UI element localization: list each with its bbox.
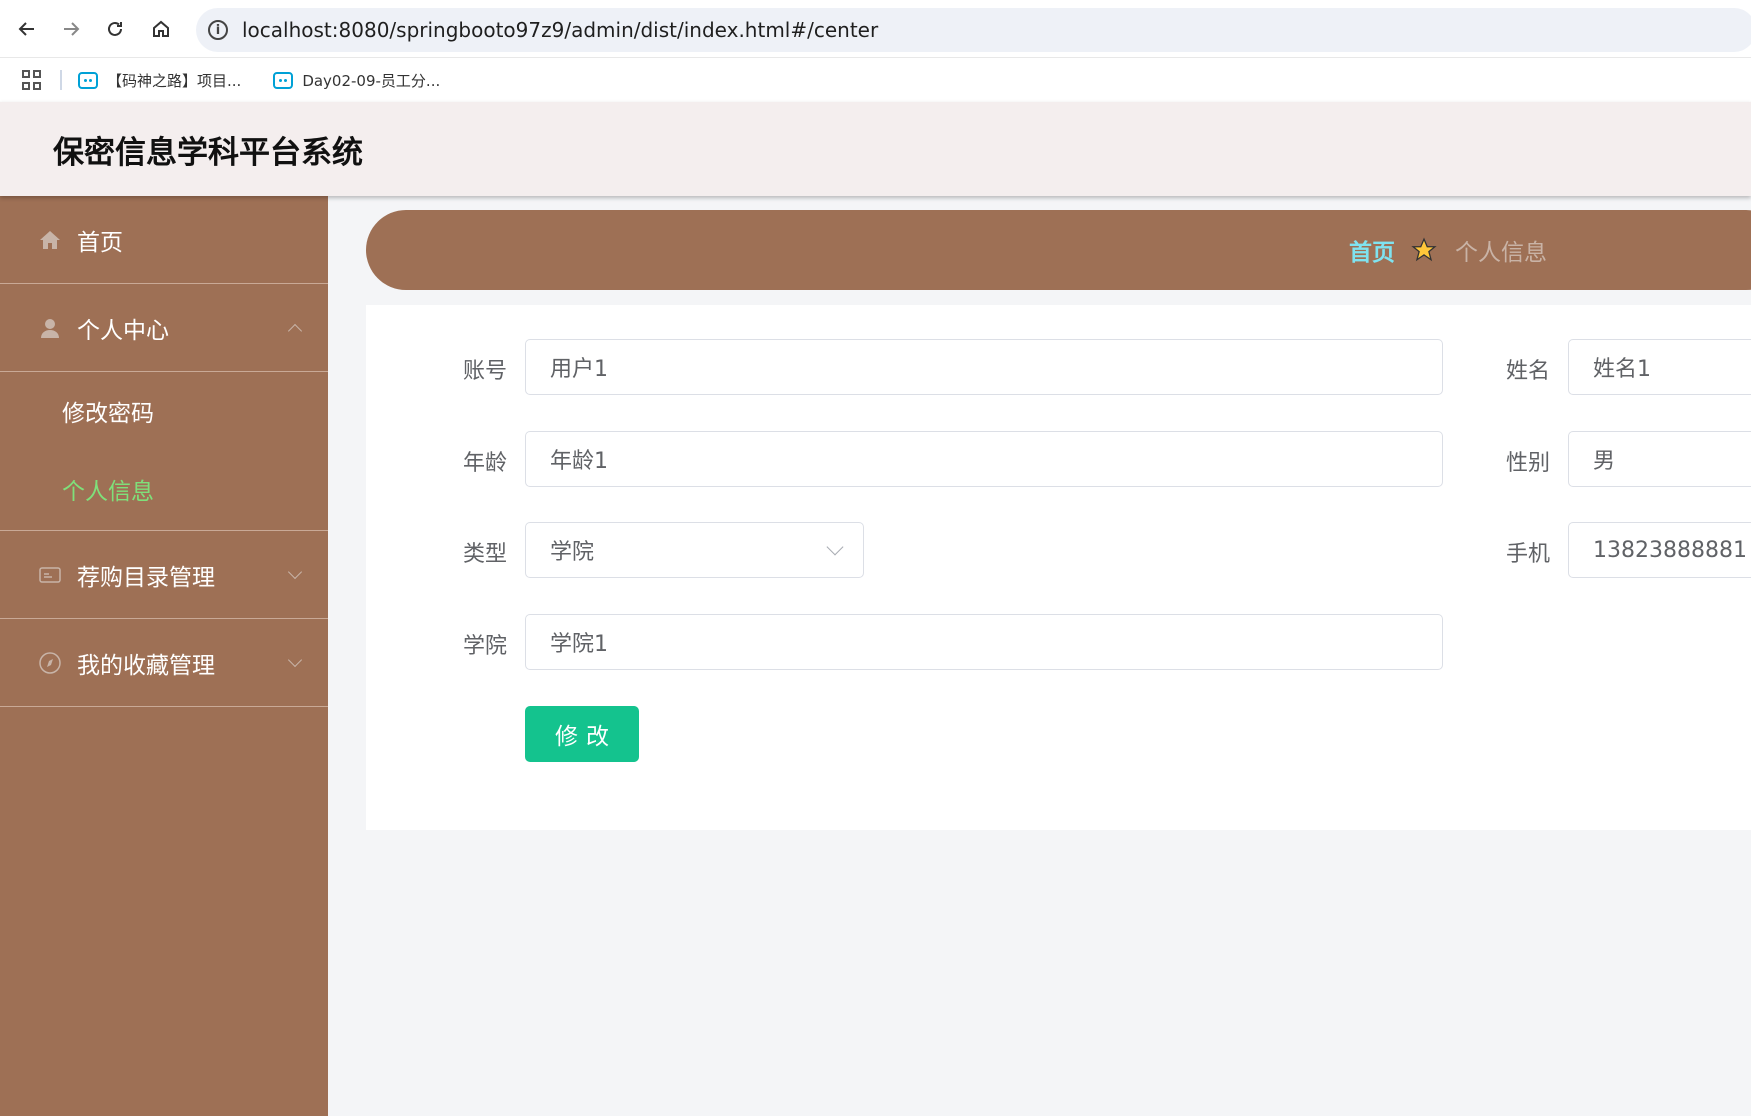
sidebar-item-recommend-catalog[interactable]: 荐购目录管理 <box>0 531 328 619</box>
sidebar-item-label: 个人中心 <box>77 317 169 344</box>
chevron-down-icon <box>287 652 303 668</box>
college-field[interactable] <box>525 614 1443 670</box>
name-label: 姓名 <box>1505 359 1550 384</box>
app-title: 保密信息学科平台系统 <box>53 134 363 171</box>
chevron-down-icon <box>826 538 844 556</box>
age-field[interactable] <box>525 431 1443 487</box>
user-icon <box>41 318 59 338</box>
sidebar-item-label: 首页 <box>77 229 123 256</box>
gender-label: 性别 <box>1505 451 1550 476</box>
chevron-up-icon <box>287 323 303 339</box>
account-label: 账号 <box>462 359 507 384</box>
apps-grid-icon[interactable] <box>22 70 42 90</box>
account-field[interactable] <box>525 339 1443 395</box>
sidebar-item-personal-center[interactable]: 个人中心 <box>0 284 328 372</box>
reload-icon[interactable] <box>100 14 130 44</box>
bilibili-icon <box>273 71 294 89</box>
phone-label: 手机 <box>1505 542 1550 567</box>
site-info-icon[interactable]: i <box>208 20 228 40</box>
gender-field[interactable] <box>1568 431 1751 487</box>
age-label: 年龄 <box>462 451 507 476</box>
sidebar-subitem-personal-info[interactable]: 个人信息 <box>0 450 328 528</box>
college-label: 学院 <box>462 634 507 659</box>
breadcrumb: 首页 个人信息 <box>366 210 1751 290</box>
bookmark-item[interactable]: Day02-09-员工分... <box>273 70 440 91</box>
personal-info-form: 账号 姓名 年龄 性别 类型 学院 手机 学院 修改 <box>366 305 1751 830</box>
bookmark-item[interactable]: 【码神之路】项目... <box>78 70 241 91</box>
bookmark-label: 【码神之路】项目... <box>107 71 242 90</box>
breadcrumb-home[interactable]: 首页 <box>1349 233 1395 267</box>
type-selected-value: 学院 <box>550 540 595 565</box>
address-bar[interactable]: i localhost:8080/springbooto97z9/admin/d… <box>196 8 1751 52</box>
home-icon[interactable] <box>146 14 176 44</box>
bookmarks-bar: 【码神之路】项目... Day02-09-员工分... <box>0 58 1751 102</box>
browser-toolbar: i localhost:8080/springbooto97z9/admin/d… <box>0 0 1751 58</box>
submenu: 修改密码 个人信息 <box>0 372 328 531</box>
sidebar-item-label: 荐购目录管理 <box>77 564 215 591</box>
back-icon[interactable] <box>12 14 42 44</box>
forward-icon[interactable] <box>56 14 86 44</box>
url-text: localhost:8080/springbooto97z9/admin/dis… <box>242 18 879 42</box>
chevron-down-icon <box>287 564 303 580</box>
card-icon <box>39 566 61 583</box>
sidebar-item-label: 我的收藏管理 <box>77 652 215 679</box>
sidebar-item-favorites[interactable]: 我的收藏管理 <box>0 619 328 707</box>
bookmark-separator <box>60 70 62 90</box>
phone-field[interactable] <box>1568 522 1751 578</box>
bookmark-label: Day02-09-员工分... <box>302 71 441 90</box>
type-select[interactable]: 学院 <box>525 522 864 578</box>
sidebar-subitem-change-password[interactable]: 修改密码 <box>0 372 328 450</box>
app-header: 保密信息学科平台系统 <box>0 102 1751 196</box>
star-icon <box>1411 237 1437 262</box>
bilibili-icon <box>78 71 98 89</box>
update-button[interactable]: 修改 <box>525 706 639 762</box>
compass-icon <box>39 651 61 674</box>
breadcrumb-current: 个人信息 <box>1455 240 1547 266</box>
type-label: 类型 <box>462 542 507 567</box>
sidebar: 首页 个人中心 修改密码 个人信息 荐购目录管理 我的收藏管理 <box>0 196 328 1116</box>
home-icon <box>40 230 60 249</box>
name-field[interactable] <box>1568 339 1751 395</box>
sidebar-item-home[interactable]: 首页 <box>0 196 328 284</box>
